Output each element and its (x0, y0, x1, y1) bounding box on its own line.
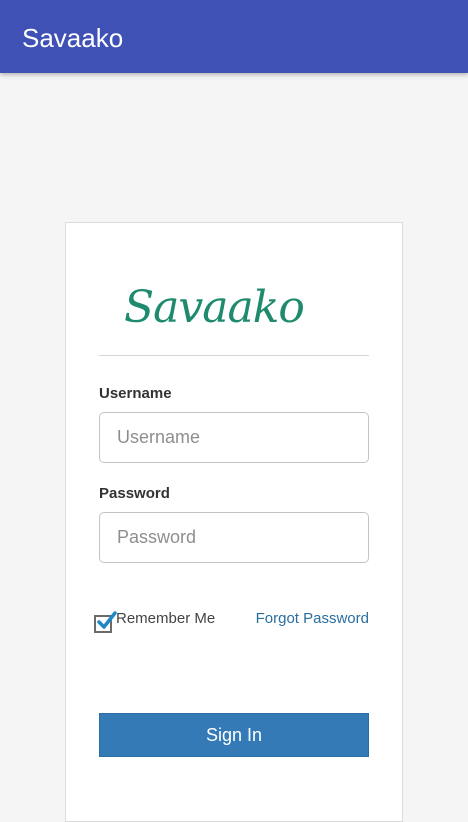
username-label: Username (99, 385, 172, 402)
username-input[interactable] (99, 412, 369, 463)
app-bar: Savaako (0, 0, 468, 73)
remember-me-label: Remember Me (116, 610, 216, 627)
logo-divider (99, 355, 369, 356)
login-card: Savaako Username Password Remember Me Fo… (65, 222, 403, 822)
app-title: Savaako (22, 23, 124, 53)
password-input[interactable] (99, 512, 369, 563)
remember-me[interactable]: Remember Me (94, 609, 215, 637)
remember-me-checkbox[interactable] (94, 611, 117, 633)
savaako-logo: Savaako (124, 282, 305, 333)
checkmark-icon (97, 611, 117, 629)
sign-in-button[interactable]: Sign In (99, 713, 369, 757)
password-label: Password (99, 485, 170, 502)
forgot-password-link[interactable]: Forgot Password (256, 609, 369, 629)
svg-text:Savaako: Savaako (124, 282, 304, 333)
